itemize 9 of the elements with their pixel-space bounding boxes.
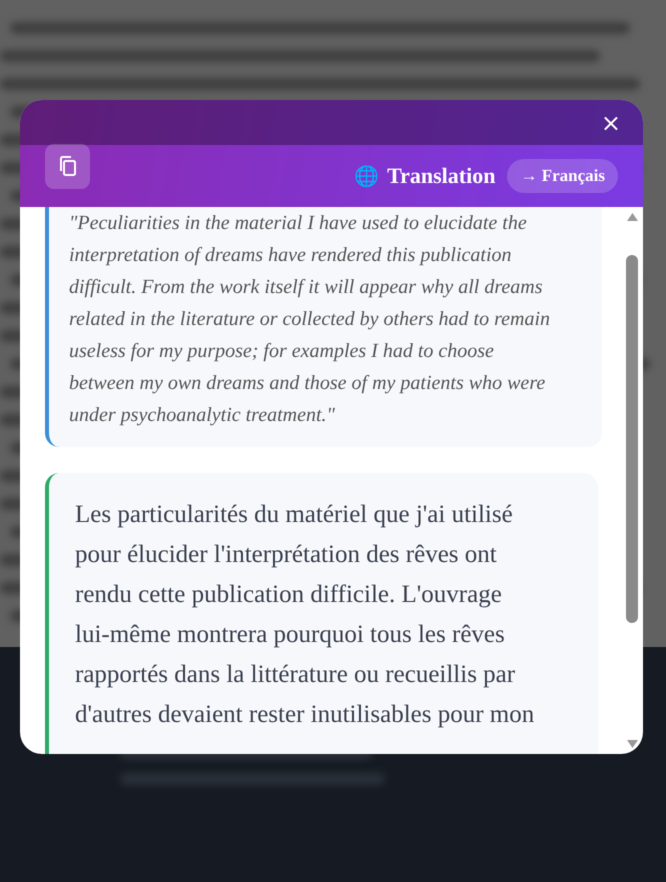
translated-text: Les particularités du matériel que j'ai utilisé pour élucider l'interprétation des rêves ont rendu cette publication difficile. L'ouvrage lui-même montrera pourquoi tous les rêves rapportés dans la littérature ou recueillis par d'autres devaient rester inutilisables pour mon (45, 473, 598, 754)
copy-button[interactable] (45, 144, 90, 188)
language-button[interactable]: → Français (507, 159, 618, 193)
scroll-up-arrow-icon[interactable] (626, 213, 638, 221)
globe-icon: 🌐 (354, 164, 380, 188)
close-button[interactable]: × (596, 110, 625, 134)
dialog-title: Translation (387, 163, 496, 189)
original-quote: "Peculiarities in the material I have used to elucidate the interpretation of dreams have rendered this publication difficult. From the work itself it will appear why all dreams related in the literature or collected by others had to remain useless for my purpose; for examples I had to choose between my own dreams and those of my patients who were under psychoanalytic treatment." (45, 207, 602, 447)
scroll-down-arrow-icon[interactable] (626, 740, 638, 748)
